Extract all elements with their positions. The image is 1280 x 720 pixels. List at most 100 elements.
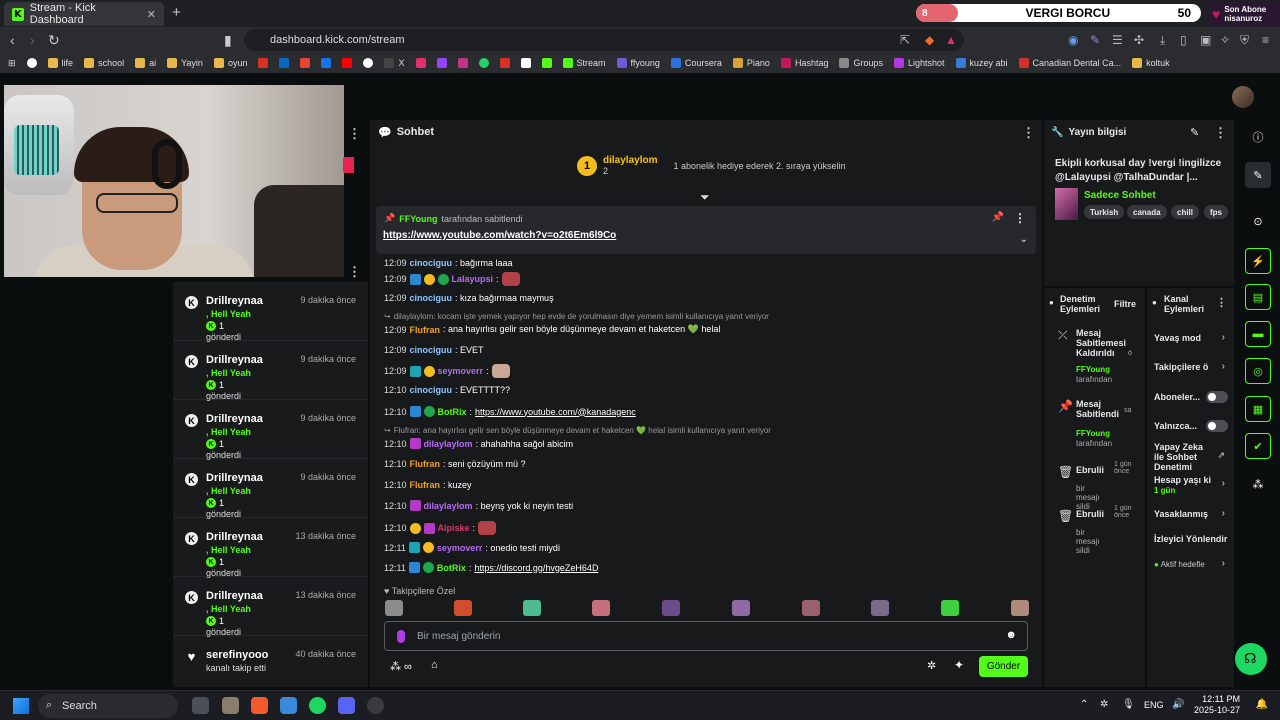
back-icon[interactable]: ‹ <box>10 32 15 48</box>
category-thumbnail[interactable] <box>1055 188 1078 220</box>
activity-user[interactable]: Drillreynaa <box>206 531 263 543</box>
active-goals-option[interactable]: ● Aktif hedefle <box>1154 560 1205 569</box>
emoji-icon[interactable]: ☻ <box>1005 629 1017 641</box>
bookmark-whatsapp-icon[interactable] <box>478 58 489 68</box>
emote-option[interactable] <box>1011 600 1029 616</box>
layout-icon[interactable]: ▦ <box>1245 396 1271 422</box>
bookmark-mail-icon[interactable] <box>258 58 269 68</box>
chat-username[interactable]: BotRix <box>438 407 467 417</box>
banned-users-option[interactable]: Yasaklanmış <box>1154 509 1208 519</box>
stream-category[interactable]: Sadece Sohbet <box>1084 190 1156 201</box>
vpn-icon[interactable]: ⛨ <box>1240 33 1249 48</box>
bookmark-item[interactable]: oyun <box>213 58 247 68</box>
chat-username[interactable]: seymoverr <box>437 543 483 553</box>
bookmark-linkedin-icon[interactable] <box>279 58 290 68</box>
chevron-right-icon[interactable]: › <box>1222 478 1225 489</box>
activity-user[interactable]: Drillreynaa <box>206 472 263 484</box>
chat-input[interactable]: Bir mesaj gönderin ☻ <box>384 621 1028 651</box>
chat-username[interactable]: Flufran <box>410 325 441 335</box>
taskbar-search[interactable]: ⌕ Search <box>38 694 178 718</box>
unpin-icon[interactable]: 📌 <box>992 212 1004 223</box>
stream-tag[interactable]: fps <box>1204 205 1228 219</box>
bookmark-item[interactable]: Canadian Dental Ca... <box>1018 58 1121 68</box>
chat-username[interactable]: dilaylaylom <box>424 501 473 511</box>
explorer-icon[interactable] <box>280 697 297 714</box>
expand-pinned-icon[interactable]: ⌄ <box>1020 234 1028 245</box>
stream-tag[interactable]: chill <box>1171 205 1200 219</box>
activity-user[interactable]: serefinyooo <box>206 649 268 661</box>
bookmark-kick-icon[interactable] <box>541 58 552 68</box>
chat-menu-icon[interactable]: ⋮ <box>1022 125 1035 141</box>
chat-username[interactable]: BotRix <box>437 563 466 573</box>
stream-tag[interactable]: canada <box>1127 205 1167 219</box>
bookmark-item[interactable]: ffyoung <box>616 58 660 68</box>
followers-only-option[interactable]: Takipçilere ö <box>1154 362 1219 372</box>
lightning-icon[interactable]: ⚡ <box>1245 248 1271 274</box>
windows-start-icon[interactable] <box>13 698 29 714</box>
app-icon[interactable] <box>222 697 239 714</box>
close-tab-icon[interactable]: ✕ <box>147 8 156 21</box>
brave-shield-icon[interactable]: ◆ <box>925 33 934 47</box>
broadcast-icon[interactable]: ◎ <box>1245 358 1271 384</box>
bookmark-item[interactable]: Lightshot <box>893 58 945 68</box>
bookmark-instagram-icon[interactable] <box>415 58 426 68</box>
chat-username[interactable]: Flufran <box>410 480 441 490</box>
chat-link[interactable]: https://www.youtube.com/@kanadagenc <box>475 407 636 417</box>
send-button[interactable]: Gönder <box>979 656 1028 677</box>
apps-icon[interactable]: ⊞ <box>8 58 16 69</box>
emote-option[interactable] <box>385 600 403 616</box>
chat-tools-icon[interactable]: ⁂ ∞ <box>390 660 412 673</box>
slow-mode-option[interactable]: Yavaş mod <box>1154 333 1201 343</box>
bookmark-item[interactable]: Yayin <box>167 58 203 68</box>
bookmark-item[interactable]: kuzey abi <box>955 58 1008 68</box>
activity-user[interactable]: Drillreynaa <box>206 354 263 366</box>
activity-user[interactable]: Drillreynaa <box>206 590 263 602</box>
tray-mic-icon[interactable]: 🎙 <box>1122 699 1135 710</box>
events-menu-icon[interactable]: ⋮ <box>348 264 361 280</box>
language-indicator[interactable]: ENG <box>1144 700 1164 710</box>
bookmark-google[interactable] <box>26 58 37 68</box>
ai-moderation-option[interactable]: Yapay Zeka ile Sohbet Denetimi <box>1154 442 1212 472</box>
emote-option[interactable] <box>871 600 889 616</box>
tray-settings-icon[interactable]: ✲ <box>1100 699 1108 710</box>
settings-icon[interactable]: ✲ <box>927 659 936 672</box>
emote-option[interactable] <box>454 600 472 616</box>
pinned-link[interactable]: https://www.youtube.com/watch?v=o2t6Em6l… <box>383 230 616 241</box>
bookmark-item[interactable]: Stream <box>562 58 606 68</box>
bookmark-icon-item[interactable] <box>457 58 468 68</box>
stream-tag[interactable]: Turkish <box>1084 205 1125 219</box>
bookmark-gmail-icon[interactable] <box>300 58 311 68</box>
reload-icon[interactable]: ↻ <box>48 32 60 49</box>
panel-menu-icon[interactable]: ⋮ <box>348 126 361 142</box>
new-tab-icon[interactable]: + <box>172 4 181 21</box>
info-icon[interactable]: ⓘ <box>1245 124 1271 150</box>
bookmark-item[interactable]: Hashtag <box>780 58 828 68</box>
bookmark-item[interactable]: Piano <box>732 58 770 68</box>
notifications-icon[interactable]: 🔔 <box>1256 699 1268 710</box>
clipboard-icon[interactable]: ▤ <box>1245 284 1271 310</box>
edit-icon[interactable]: ✎ <box>1245 162 1271 188</box>
chevron-right-icon[interactable]: › <box>1222 558 1225 569</box>
bookmark-twitch-icon[interactable] <box>436 58 447 68</box>
bookmark-item[interactable]: school <box>84 58 124 68</box>
microphone-icon[interactable] <box>397 630 405 643</box>
bookmark-tumblr-icon[interactable] <box>499 58 510 68</box>
chevron-right-icon[interactable]: › <box>1222 361 1225 372</box>
collapse-icon[interactable]: ⏷ <box>700 190 710 205</box>
extension-2-icon[interactable]: ✎ <box>1090 33 1100 47</box>
more-apps-icon[interactable]: ⁂ <box>1245 471 1271 497</box>
emote-option[interactable] <box>592 600 610 616</box>
url-field[interactable]: dashboard.kick.com/stream <box>244 29 964 51</box>
emote-option[interactable] <box>941 600 959 616</box>
emote-option[interactable] <box>732 600 750 616</box>
browser-tab[interactable]: K Stream - Kick Dashboard ✕ <box>4 2 164 26</box>
chat-username[interactable]: cinociguu <box>410 345 453 355</box>
bookmark-item[interactable]: koltuk <box>1132 58 1170 68</box>
ai-icon[interactable]: ✧ <box>1220 33 1230 47</box>
sidebar-icon[interactable]: ▯ <box>1180 33 1187 47</box>
obs-icon[interactable] <box>367 697 384 714</box>
support-button[interactable]: ☊ <box>1235 643 1267 675</box>
account-age-option[interactable]: Hesap yaşı ki <box>1154 475 1218 485</box>
gift-icon[interactable]: ✦ <box>954 658 964 672</box>
extension-1-icon[interactable]: ◉ <box>1068 33 1078 47</box>
